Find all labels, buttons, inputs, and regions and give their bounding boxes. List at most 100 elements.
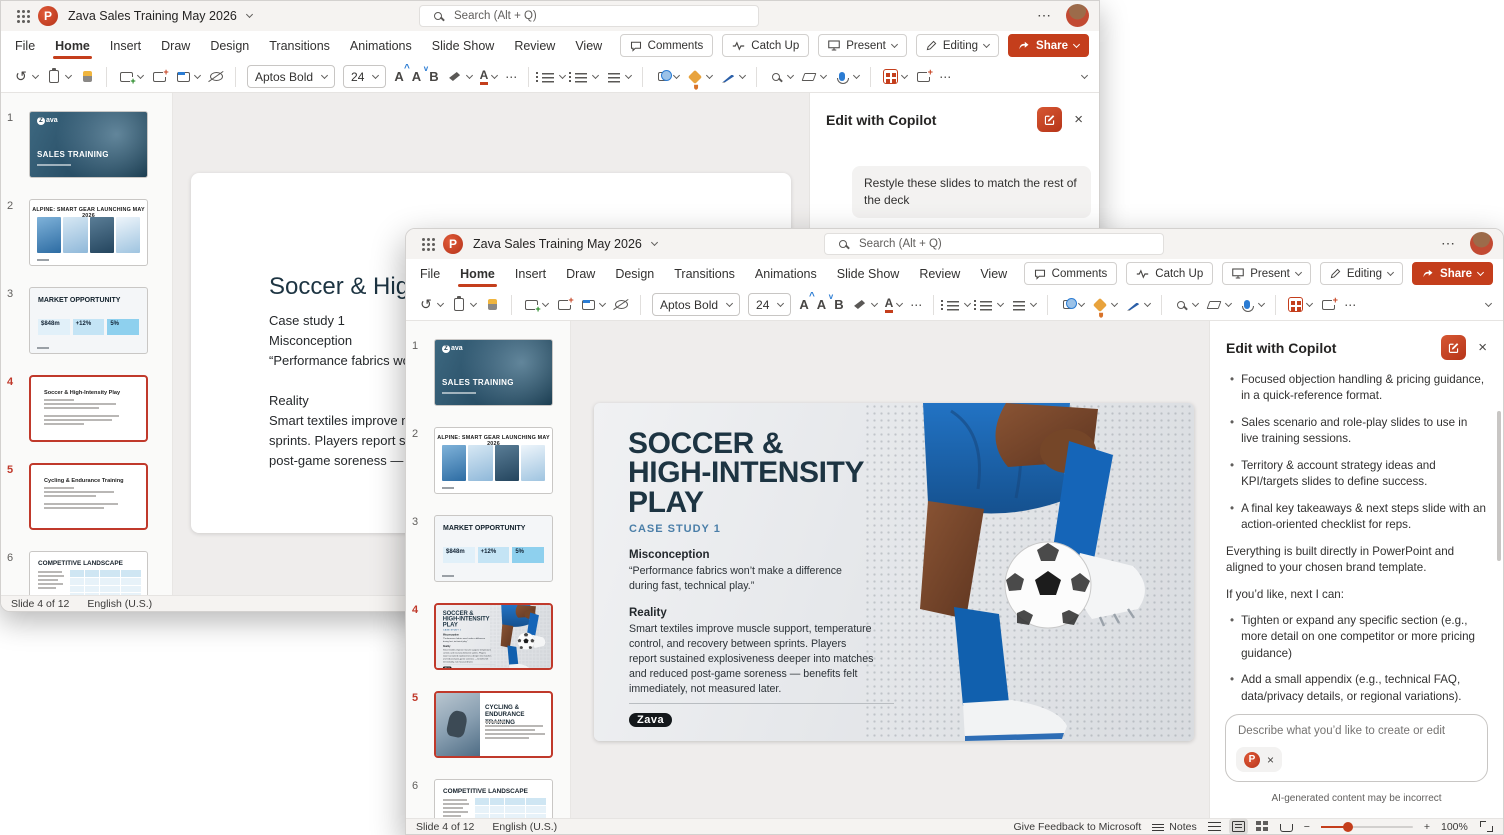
undo-button[interactable]: ↺ <box>13 69 38 85</box>
draw-ink-button[interactable] <box>720 69 745 85</box>
avatar[interactable] <box>1470 232 1493 255</box>
tab-view[interactable]: View <box>980 260 1007 288</box>
tab-transitions[interactable]: Transitions <box>269 32 330 60</box>
numbering-button[interactable] <box>573 69 598 85</box>
format-painter-button[interactable] <box>79 69 95 85</box>
zoom-level[interactable]: 100% <box>1441 821 1469 833</box>
align-button[interactable] <box>1011 297 1036 313</box>
grow-font-button[interactable]: A <box>394 69 403 84</box>
comments-button[interactable]: Comments <box>620 34 714 57</box>
zoom-slider[interactable] <box>1321 826 1413 828</box>
reuse-slides-button[interactable] <box>151 69 167 85</box>
font-name-select[interactable]: Aptos Bold <box>652 293 740 316</box>
title-chevron-icon[interactable] <box>651 239 658 246</box>
eraser-button[interactable] <box>801 69 826 85</box>
thumbnail-slide-1[interactable]: 1 Zava SALES TRAINING <box>412 339 560 406</box>
editing-mode-button[interactable]: Editing <box>1320 262 1403 285</box>
document-title[interactable]: Zava Sales Training May 2026 <box>68 9 237 23</box>
more-font-options[interactable]: ⋯ <box>910 298 922 312</box>
share-button[interactable]: Share <box>1008 34 1089 57</box>
new-slide-button[interactable] <box>118 69 143 85</box>
font-size-select[interactable]: 24 <box>748 293 791 316</box>
slide-canvas[interactable]: SOCCER &HIGH-INTENSITYPLAY CASE STUDY 1 … <box>594 403 1194 741</box>
find-button[interactable] <box>1173 297 1198 313</box>
shrink-font-button[interactable]: A <box>412 69 421 84</box>
tab-file[interactable]: File <box>420 260 440 288</box>
reality-heading[interactable]: Reality <box>629 607 667 619</box>
present-button[interactable]: Present <box>1222 262 1311 285</box>
collapse-ribbon-button[interactable] <box>1082 76 1087 78</box>
tab-home[interactable]: Home <box>460 260 495 288</box>
tab-transitions[interactable]: Transitions <box>674 260 735 288</box>
bullets-button[interactable] <box>945 297 970 313</box>
highlight-button[interactable] <box>852 297 877 313</box>
present-button[interactable]: Present <box>818 34 907 57</box>
more-font-options[interactable]: ⋯ <box>505 70 517 84</box>
tab-design[interactable]: Design <box>615 260 654 288</box>
catch-up-button[interactable]: Catch Up <box>722 34 809 57</box>
draw-ink-button[interactable] <box>1125 297 1150 313</box>
slide-title[interactable]: SOCCER &HIGH-INTENSITYPLAY <box>628 429 864 517</box>
powerpoint-logo-icon[interactable]: P <box>443 234 463 254</box>
tab-slide-show[interactable]: Slide Show <box>837 260 900 288</box>
tab-animations[interactable]: Animations <box>350 32 412 60</box>
outline-view-button[interactable] <box>1208 821 1221 832</box>
copilot-new-chat-button[interactable] <box>1441 335 1466 360</box>
copilot-new-chat-button[interactable] <box>1037 107 1062 132</box>
tab-file[interactable]: File <box>15 32 35 60</box>
hide-slide-button[interactable] <box>613 297 629 313</box>
dictate-button[interactable] <box>834 69 859 85</box>
collapse-ribbon-button[interactable] <box>1486 304 1491 306</box>
language-label[interactable]: English (U.S.) <box>492 821 557 833</box>
bold-button[interactable]: B <box>834 297 843 312</box>
undo-button[interactable]: ↺ <box>418 297 443 313</box>
misconception-heading[interactable]: Misconception <box>629 549 710 561</box>
copilot-close-button[interactable]: × <box>1476 339 1489 356</box>
hide-slide-button[interactable] <box>208 69 224 85</box>
tab-insert[interactable]: Insert <box>515 260 546 288</box>
new-slide-button[interactable] <box>523 297 548 313</box>
language-label[interactable]: English (U.S.) <box>87 598 152 610</box>
tab-review[interactable]: Review <box>514 32 555 60</box>
thumbnail-slide-3[interactable]: 3 MARKET OPPORTUNITY $848m+12%5% <box>412 515 560 582</box>
layout-button[interactable] <box>580 297 605 313</box>
copilot-close-button[interactable]: × <box>1072 111 1085 128</box>
bullets-button[interactable] <box>540 69 565 85</box>
app-launcher-icon[interactable] <box>422 238 425 241</box>
find-button[interactable] <box>768 69 793 85</box>
avatar[interactable] <box>1066 4 1089 27</box>
slide-counter[interactable]: Slide 4 of 12 <box>11 598 69 610</box>
tab-home[interactable]: Home <box>55 32 90 60</box>
layout-button[interactable] <box>175 69 200 85</box>
grow-font-button[interactable]: A <box>799 297 808 312</box>
tab-draw[interactable]: Draw <box>161 32 190 60</box>
ribbon-more-button[interactable]: ⋯ <box>1344 298 1356 312</box>
thumbnail-slide-6[interactable]: 6 COMPETITIVE LANDSCAPE <box>412 779 560 818</box>
font-color-button[interactable]: A <box>480 69 498 85</box>
font-color-button[interactable]: A <box>885 297 903 313</box>
document-title[interactable]: Zava Sales Training May 2026 <box>473 237 642 251</box>
normal-view-button[interactable] <box>1232 821 1245 832</box>
attached-file-chip[interactable]: P × <box>1236 747 1282 772</box>
align-button[interactable] <box>606 69 631 85</box>
shapes-button[interactable] <box>654 69 679 85</box>
bold-button[interactable]: B <box>429 69 438 84</box>
shrink-font-button[interactable]: A <box>817 297 826 312</box>
copilot-scrollbar[interactable] <box>1497 411 1501 561</box>
thumbnail-slide-6[interactable]: 6 COMPETITIVE LANDSCAPE <box>7 551 162 595</box>
zoom-in-button[interactable]: + <box>1424 821 1430 833</box>
add-slide-button[interactable] <box>1320 297 1336 313</box>
editing-mode-button[interactable]: Editing <box>916 34 999 57</box>
ribbon-more-button[interactable]: ⋯ <box>939 70 951 84</box>
shape-fill-button[interactable] <box>1092 297 1117 313</box>
numbering-button[interactable] <box>978 297 1003 313</box>
dictate-button[interactable] <box>1239 297 1264 313</box>
paste-button[interactable] <box>451 297 476 313</box>
thumbnail-slide-2[interactable]: 2 ALPINE: SMART GEAR LAUNCHING MAY 2026 <box>7 199 162 266</box>
tab-review[interactable]: Review <box>919 260 960 288</box>
reality-text[interactable]: Smart textiles improve muscle support, t… <box>629 622 874 697</box>
thumbnail-slide-5[interactable]: 5 Cycling & Endurance Training <box>7 463 162 530</box>
highlight-button[interactable] <box>447 69 472 85</box>
format-painter-button[interactable] <box>484 297 500 313</box>
thumbnail-slide-5[interactable]: 5 CYCLING & ENDURANCE TRAINING <box>412 691 560 758</box>
